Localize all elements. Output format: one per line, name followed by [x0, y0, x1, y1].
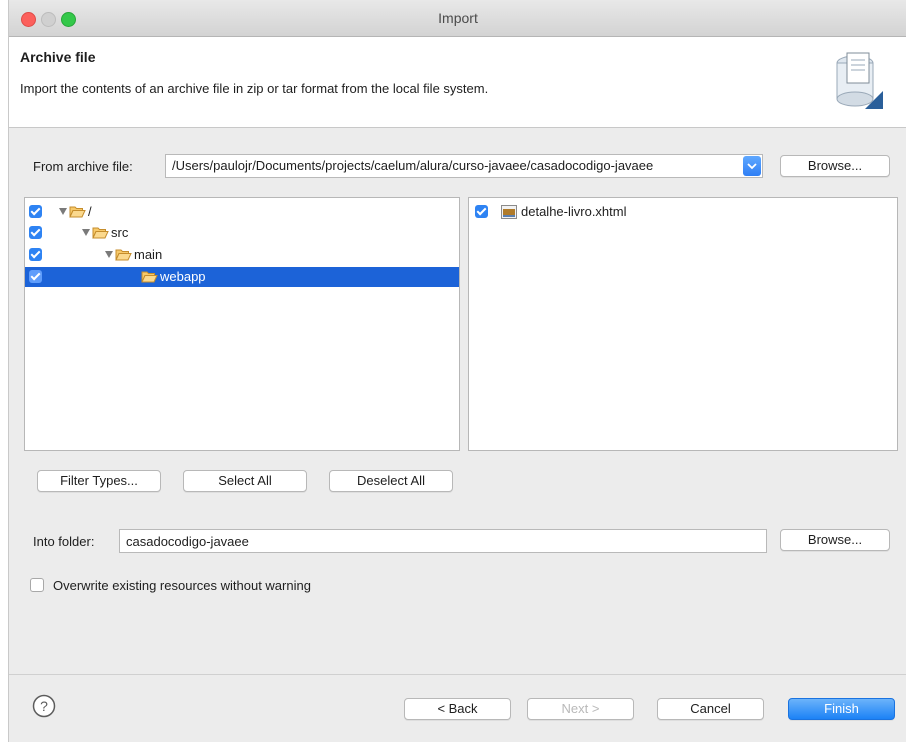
window-title: Import: [438, 10, 478, 26]
wizard-header: Archive file Import the contents of an a…: [9, 37, 906, 128]
tree-item-label: webapp: [160, 269, 206, 284]
folder-open-icon: [92, 227, 109, 239]
tree-item-checkbox[interactable]: [29, 205, 42, 218]
folder-open-icon: [69, 206, 86, 218]
tree-item-label: /: [88, 204, 92, 219]
tree-item-label: main: [134, 247, 163, 262]
tree-item-webapp[interactable]: webapp: [25, 267, 459, 287]
archive-file-value: /Users/paulojr/Documents/projects/caelum…: [172, 158, 654, 173]
archive-file-label: From archive file:: [33, 159, 133, 174]
expand-triangle-icon[interactable]: [105, 251, 113, 258]
tree-item-root[interactable]: /: [25, 202, 459, 222]
expand-triangle-icon[interactable]: [59, 208, 67, 215]
import-wizard-icon: [836, 52, 883, 109]
help-icon[interactable]: ?: [32, 694, 56, 718]
overwrite-checkbox[interactable]: [30, 578, 44, 592]
tree-item-label: src: [111, 225, 129, 240]
into-folder-input[interactable]: [119, 529, 767, 553]
next-button[interactable]: Next >: [527, 698, 634, 720]
chevron-down-icon: [747, 163, 757, 170]
tree-item-checkbox[interactable]: [29, 248, 42, 261]
folder-tree-panel[interactable]: / src main webapp: [24, 197, 460, 451]
into-folder-label: Into folder:: [33, 534, 95, 549]
folder-open-icon: [141, 271, 158, 283]
back-button[interactable]: < Back: [404, 698, 511, 720]
into-folder-browse-button[interactable]: Browse...: [780, 529, 890, 551]
file-item-label: detalhe-livro.xhtml: [521, 204, 627, 219]
svg-text:?: ?: [40, 698, 48, 714]
tree-item-main[interactable]: main: [25, 245, 459, 265]
page-description: Import the contents of an archive file i…: [20, 81, 489, 96]
expand-triangle-icon[interactable]: [82, 229, 90, 236]
file-list-panel[interactable]: detalhe-livro.xhtml: [468, 197, 898, 451]
filter-types-button[interactable]: Filter Types...: [37, 470, 161, 492]
overwrite-label: Overwrite existing resources without war…: [53, 578, 311, 593]
footer-divider: [9, 674, 906, 675]
title-bar[interactable]: Import: [9, 0, 906, 37]
file-list-item[interactable]: detalhe-livro.xhtml: [469, 202, 897, 222]
combo-dropdown-button[interactable]: [743, 156, 761, 176]
archive-browse-button[interactable]: Browse...: [780, 155, 890, 177]
tree-item-checkbox[interactable]: [29, 270, 42, 283]
page-title: Archive file: [20, 49, 96, 65]
tree-item-src[interactable]: src: [25, 223, 459, 243]
archive-file-combo[interactable]: /Users/paulojr/Documents/projects/caelum…: [165, 154, 763, 178]
tree-item-checkbox[interactable]: [29, 226, 42, 239]
deselect-all-button[interactable]: Deselect All: [329, 470, 453, 492]
file-item-checkbox[interactable]: [475, 205, 488, 218]
folder-open-icon: [115, 249, 132, 261]
select-all-button[interactable]: Select All: [183, 470, 307, 492]
cancel-button[interactable]: Cancel: [657, 698, 764, 720]
htm-file-icon: [501, 205, 517, 219]
finish-button[interactable]: Finish: [788, 698, 895, 720]
import-dialog: Import Archive file Import the contents …: [8, 0, 906, 742]
